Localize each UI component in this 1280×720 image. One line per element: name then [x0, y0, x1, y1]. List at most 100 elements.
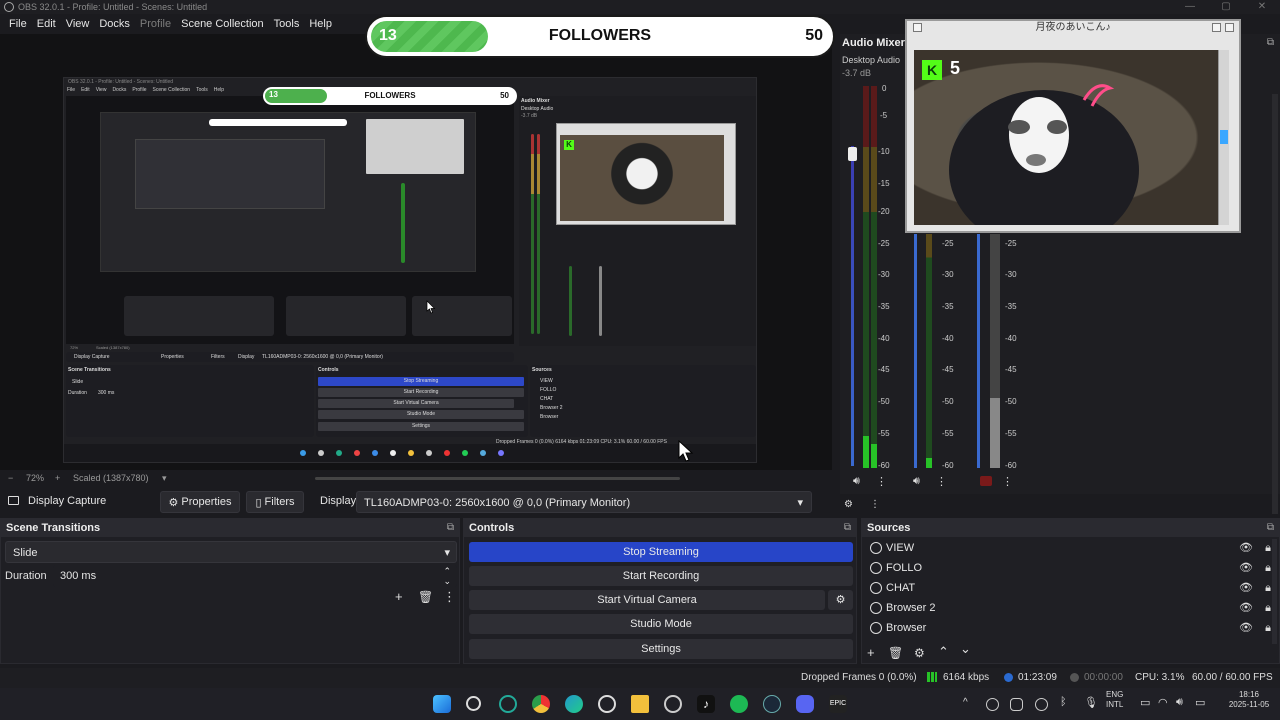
start-recording-button[interactable]: Start Recording [469, 566, 853, 586]
steam-icon[interactable] [763, 695, 781, 713]
tray-app-icon[interactable] [1010, 698, 1023, 711]
preview-horizontal-scrollbar[interactable] [315, 477, 680, 480]
menu-edit[interactable]: Edit [32, 18, 61, 30]
nested-taskbar [64, 444, 756, 462]
source-properties-icon[interactable]: ⚙ [914, 646, 925, 660]
source-row[interactable]: FOLLO 👁︎ 🔒︎ [868, 558, 1271, 578]
source-row[interactable]: VIEW 👁︎ 🔒︎ [868, 538, 1271, 558]
windows-start-icon[interactable] [433, 695, 451, 713]
source-row[interactable]: Browser 2 👁︎ 🔒︎ [868, 598, 1271, 618]
nested-properties: Properties [161, 354, 184, 360]
eye-icon[interactable]: 👁︎ [1239, 538, 1253, 558]
source-row[interactable]: Browser 👁︎ 🔒︎ [868, 618, 1271, 638]
spotify-icon[interactable] [730, 695, 748, 713]
epic-games-icon[interactable]: EPIC [829, 695, 847, 713]
preview-canvas[interactable]: OBS 32.0.1 - Profile: Untitled - Scenes:… [0, 34, 832, 470]
volume-fader-track[interactable] [851, 146, 854, 466]
file-explorer-icon[interactable] [631, 695, 649, 713]
stop-streaming-button[interactable]: Stop Streaming [469, 542, 853, 562]
source-row[interactable]: CHAT 👁︎ 🔒︎ [868, 578, 1271, 598]
lock-icon[interactable]: 🔒︎ [1265, 618, 1271, 638]
lock-icon[interactable]: 🔒︎ [1265, 538, 1271, 558]
duration-spinbox[interactable]: 300 ms ⌃ ⌄ [53, 565, 457, 587]
edge-icon[interactable] [565, 695, 583, 713]
sources-scrollbar[interactable] [1272, 539, 1277, 644]
add-transition-button[interactable]: + [395, 589, 403, 604]
dock-popout-icon[interactable]: ⧉ [1267, 519, 1274, 537]
virtual-camera-settings-button[interactable]: ⚙ [828, 590, 853, 610]
battery-icon[interactable]: ▭ [1195, 696, 1205, 709]
mute-speaker-icon[interactable]: 🔊︎ [853, 475, 860, 488]
tray-chevron-icon[interactable]: ^ [963, 697, 968, 708]
zoom-out-button[interactable]: − [8, 473, 13, 483]
source-name: CHAT [886, 582, 916, 594]
nested-deep-cam [366, 119, 464, 174]
move-up-icon[interactable]: ⌃ [938, 644, 949, 660]
mixer-scrollbar[interactable] [1272, 94, 1278, 514]
minimize-button[interactable]: — [1172, 0, 1208, 14]
start-virtual-camera-button[interactable]: Start Virtual Camera [469, 590, 825, 610]
copilot-icon[interactable] [499, 695, 517, 713]
delete-transition-icon[interactable]: 🗑︎ [418, 590, 433, 604]
channel2-fader-track[interactable] [914, 234, 917, 468]
eye-icon[interactable]: 👁︎ [1239, 578, 1253, 598]
db-tick: -15 [878, 179, 890, 188]
menu-view[interactable]: View [61, 18, 95, 30]
menu-scene-collection[interactable]: Scene Collection [176, 18, 269, 30]
properties-button[interactable]: ⚙ Properties [160, 491, 240, 513]
display-select[interactable]: TL160ADMP03-0: 2560x1600 @ 0,0 (Primary … [356, 491, 812, 513]
volume-fader-handle[interactable] [848, 147, 857, 161]
channel-menu-icon[interactable]: ⋮ [936, 475, 947, 488]
menu-file[interactable]: File [4, 18, 32, 30]
channel-menu-icon[interactable]: ⋮ [1002, 475, 1013, 488]
channel3-fader-track[interactable] [977, 234, 980, 468]
mute-speaker-icon[interactable]: 🔊︎ [913, 475, 920, 488]
eye-icon[interactable]: 👁︎ [1239, 618, 1253, 638]
language-indicator[interactable]: ENG INTL [1106, 690, 1123, 710]
scale-dropdown-icon[interactable]: ▾ [162, 473, 167, 484]
obs-icon[interactable] [598, 695, 616, 713]
filters-button[interactable]: ▯ Filters [246, 491, 304, 513]
dock-popout-icon[interactable]: ⧉ [1267, 37, 1274, 48]
lock-icon[interactable]: 🔒︎ [1265, 558, 1271, 578]
mixer-menu-icon[interactable]: ⋮ [870, 499, 880, 510]
menu-profile[interactable]: Profile [135, 18, 176, 30]
remove-source-icon[interactable]: 🗑︎ [888, 646, 903, 660]
lock-icon[interactable]: 🔒︎ [1265, 598, 1271, 618]
zoom-in-button[interactable]: + [55, 473, 60, 483]
screen-icon[interactable]: ▭ [1140, 696, 1150, 709]
obs-active-icon[interactable] [664, 695, 682, 713]
menu-help[interactable]: Help [304, 18, 337, 30]
volume-icon[interactable]: 🔊︎ [1176, 696, 1183, 709]
dock-popout-icon[interactable]: ⧉ [447, 519, 454, 537]
eye-icon[interactable]: 👁︎ [1239, 558, 1253, 578]
tiktok-icon[interactable]: ♪ [697, 695, 715, 713]
settings-button[interactable]: Settings [469, 639, 853, 659]
channel-menu-icon[interactable]: ⋮ [876, 475, 887, 488]
mixer-settings-icon[interactable]: ⚙ [844, 499, 853, 510]
search-icon[interactable] [466, 696, 481, 711]
eye-icon[interactable]: 👁︎ [1239, 598, 1253, 618]
controls-dock: Controls ⧉ Stop Streaming Start Recording… [463, 518, 857, 664]
clock[interactable]: 18:16 2025-11-05 [1222, 690, 1276, 710]
transition-menu-icon[interactable]: ⋮ [443, 589, 456, 605]
move-down-icon[interactable]: ⌄ [960, 641, 971, 657]
add-source-button[interactable]: + [867, 645, 875, 660]
menu-docks[interactable]: Docks [94, 18, 135, 30]
db-tick: -25 [942, 239, 954, 248]
dock-popout-icon[interactable]: ⧉ [844, 519, 851, 537]
lock-icon[interactable]: 🔒︎ [1265, 578, 1271, 598]
maximize-button[interactable]: ▢ [1208, 0, 1244, 14]
menu-tools[interactable]: Tools [269, 18, 305, 30]
wifi-icon[interactable]: ◠ [1158, 696, 1168, 709]
transition-select[interactable]: Slide ▾ [5, 541, 457, 563]
muted-mic-icon[interactable] [980, 476, 992, 486]
tray-app-icon[interactable] [1035, 698, 1048, 711]
chrome-icon[interactable] [532, 695, 550, 713]
tray-app-icon[interactable] [986, 698, 999, 711]
close-button[interactable]: ✕ [1244, 0, 1280, 14]
microphone-icon[interactable]: 🎙︎ [1084, 696, 1098, 709]
discord-icon[interactable] [796, 695, 814, 713]
bluetooth-icon[interactable]: ᛒ [1060, 696, 1067, 708]
studio-mode-button[interactable]: Studio Mode [469, 614, 853, 634]
